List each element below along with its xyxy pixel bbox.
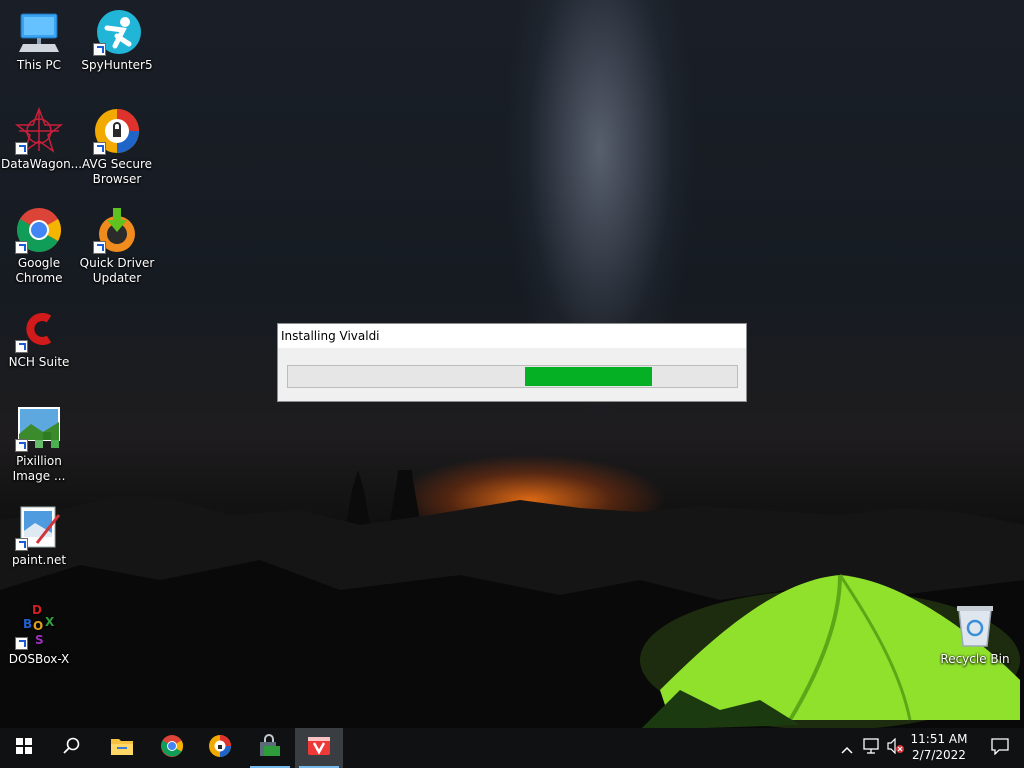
chrome-icon (160, 734, 184, 762)
recycle-bin-icon (951, 602, 999, 650)
shortcut-arrow-icon (15, 637, 28, 650)
avg-browser-icon (93, 107, 141, 155)
notifications-icon (991, 737, 1009, 759)
show-hidden-icons-button[interactable] (836, 728, 858, 768)
svg-text:O: O (33, 619, 43, 633)
desktop-icon-recycle-bin[interactable]: Recycle Bin (937, 602, 1013, 667)
icon-label: NCH Suite (8, 355, 70, 369)
windows-start-icon (16, 738, 32, 758)
chrome-taskbar-button[interactable] (148, 728, 196, 768)
dosbox-icon: D B O X S (15, 602, 63, 650)
desktop-icon-pixillion[interactable]: Pixillion Image ... (1, 404, 77, 484)
svg-text:X: X (45, 615, 55, 629)
desktop-icon-dosbox-x[interactable]: D B O X S DOSBox-X (1, 602, 77, 667)
shortcut-arrow-icon (15, 142, 28, 155)
desktop-icon-spyhunter[interactable]: SpyHunter5 (79, 8, 155, 73)
progress-fill (525, 367, 652, 386)
computer-icon (15, 8, 63, 56)
volume-tray-button[interactable] (884, 728, 908, 768)
vivaldi-taskbar-button[interactable] (295, 728, 343, 768)
icon-label: Quick Driver Updater (79, 256, 155, 285)
installer-dialog: Installing Vivaldi (277, 323, 747, 402)
file-explorer-button[interactable] (98, 728, 146, 768)
shortcut-arrow-icon (93, 43, 106, 56)
nch-suite-icon (15, 305, 63, 353)
paint-net-icon (15, 503, 63, 551)
desktop-icon-google-chrome[interactable]: Google Chrome (1, 206, 77, 286)
taskbar: 11:51 AM 2/7/2022 (0, 728, 1024, 768)
spyhunter-icon (93, 8, 141, 56)
dialog-title: Installing Vivaldi (278, 324, 746, 348)
vivaldi-icon (307, 734, 331, 762)
desktop-icon-this-pc[interactable]: This PC (1, 8, 77, 73)
file-explorer-icon (110, 736, 134, 760)
chrome-icon (15, 206, 63, 254)
svg-text:B: B (23, 617, 32, 631)
icon-label: SpyHunter5 (81, 58, 153, 72)
avg-browser-icon (208, 734, 232, 762)
shortcut-arrow-icon (15, 439, 28, 452)
icon-label: Pixillion Image ... (12, 454, 66, 483)
desktop-icon-paint-net[interactable]: paint.net (1, 503, 77, 568)
icon-label: DataWagon... (1, 157, 83, 171)
clock-date: 2/7/2022 (912, 748, 966, 762)
network-icon (863, 738, 881, 758)
start-button[interactable] (0, 728, 48, 768)
install-progress-bar (287, 365, 738, 388)
clock-time: 11:51 AM (910, 732, 968, 746)
icon-label: Recycle Bin (940, 652, 1010, 666)
shortcut-arrow-icon (93, 241, 106, 254)
shortcut-arrow-icon (15, 538, 28, 551)
pixillion-icon (15, 404, 63, 452)
system-clock[interactable]: 11:51 AM 2/7/2022 (908, 731, 970, 763)
shortcut-arrow-icon (15, 241, 28, 254)
desktop-icon-avg-secure-browser[interactable]: AVG Secure Browser (79, 107, 155, 187)
shortcut-arrow-icon (15, 340, 28, 353)
icon-label: Google Chrome (15, 256, 63, 285)
svg-text:D: D (32, 603, 42, 617)
icon-label: paint.net (11, 553, 67, 567)
desktop-icon-quick-driver-updater[interactable]: Quick Driver Updater (79, 206, 155, 286)
avg-browser-taskbar-button[interactable] (196, 728, 244, 768)
search-button[interactable] (48, 728, 96, 768)
desktop-icon-datawagon[interactable]: DataWagon... (1, 106, 83, 172)
icon-label: DOSBox-X (8, 652, 70, 666)
action-center-button[interactable] (976, 728, 1024, 768)
chevron-up-icon (841, 739, 853, 758)
network-tray-button[interactable] (860, 728, 884, 768)
desktop-icon-nch-suite[interactable]: NCH Suite (1, 305, 77, 370)
installer-taskbar-button[interactable] (246, 728, 294, 768)
icon-label: This PC (17, 58, 61, 72)
icon-label: AVG Secure Browser (81, 157, 153, 186)
datawagon-icon (14, 106, 64, 155)
shortcut-arrow-icon (93, 142, 106, 155)
installer-lock-icon (258, 734, 282, 762)
svg-text:S: S (35, 633, 44, 647)
search-icon (63, 737, 81, 759)
quick-driver-updater-icon (93, 206, 141, 254)
volume-muted-icon (887, 737, 905, 758)
